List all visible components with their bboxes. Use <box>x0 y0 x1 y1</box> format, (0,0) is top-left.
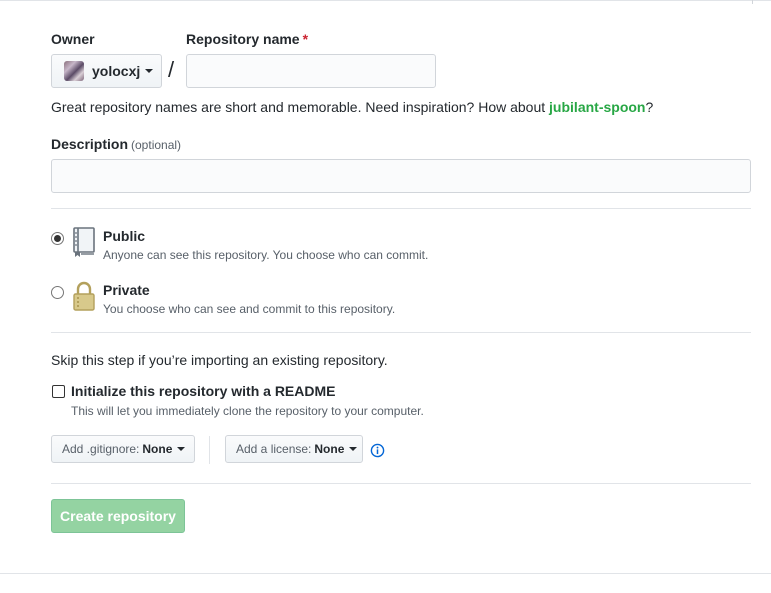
info-icon[interactable] <box>370 443 385 458</box>
create-repository-button[interactable]: Create repository <box>51 499 185 533</box>
license-select[interactable]: Add a license: None <box>225 435 363 463</box>
repo-book-icon <box>73 227 95 257</box>
top-divider <box>0 0 771 1</box>
private-radio[interactable] <box>51 286 64 299</box>
public-radio[interactable] <box>51 232 64 245</box>
description-label-text: Description <box>51 136 129 152</box>
private-title: Private <box>103 282 150 298</box>
private-note: You choose who can see and commit to thi… <box>103 302 396 316</box>
hint-text: Great repository names are short and mem… <box>51 99 550 115</box>
select-separator <box>209 436 210 464</box>
owner-repo-separator: / <box>168 57 175 82</box>
caret-down-icon <box>177 447 186 451</box>
optional-tag: (optional) <box>131 138 182 152</box>
required-mark: * <box>302 31 309 47</box>
divider <box>51 483 751 484</box>
divider <box>51 208 751 209</box>
caret-down-icon <box>349 447 358 451</box>
description-label: Description (optional) <box>51 136 181 152</box>
owner-name: yolocxj <box>92 63 141 79</box>
divider <box>51 332 751 333</box>
lock-icon <box>73 281 95 311</box>
repository-name-label: Repository name * <box>186 31 308 47</box>
license-value: None <box>314 442 345 456</box>
top-edge-mark <box>752 0 753 4</box>
owner-select-button[interactable]: yolocxj <box>51 54 162 88</box>
gitignore-value: None <box>142 442 173 456</box>
readme-note: This will let you immediately clone the … <box>71 404 424 418</box>
import-skip-text: Skip this step if you’re importing an ex… <box>51 352 388 368</box>
gitignore-select[interactable]: Add .gitignore: None <box>51 435 195 463</box>
public-note: Anyone can see this repository. You choo… <box>103 248 429 262</box>
gitignore-prefix: Add .gitignore: <box>62 442 140 456</box>
readme-label[interactable]: Initialize this repository with a README <box>71 383 335 399</box>
name-suggestion-link[interactable]: jubilant-spoon <box>549 99 645 115</box>
description-input[interactable] <box>51 159 751 193</box>
hint-end: ? <box>645 99 654 115</box>
caret-down-icon <box>145 69 154 73</box>
repository-name-hint: Great repository names are short and mem… <box>51 99 653 115</box>
owner-label: Owner <box>51 31 95 47</box>
repository-name-label-text: Repository name <box>186 31 300 47</box>
public-title: Public <box>103 228 146 244</box>
readme-checkbox[interactable] <box>52 385 65 398</box>
repository-name-input[interactable] <box>186 54 436 88</box>
bottom-divider <box>0 573 771 574</box>
license-prefix: Add a license: <box>236 442 312 456</box>
avatar <box>64 61 84 81</box>
